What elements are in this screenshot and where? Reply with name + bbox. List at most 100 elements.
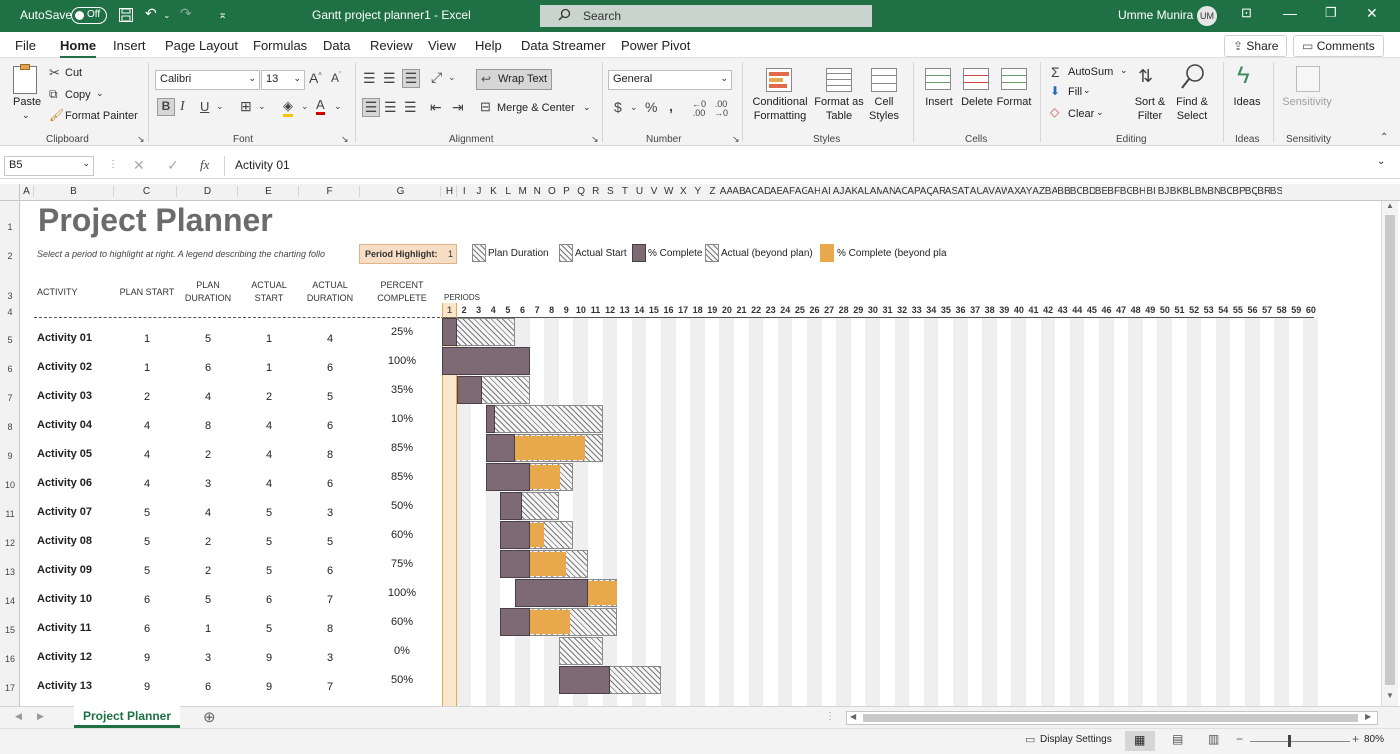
column-header[interactable]: AE	[770, 186, 783, 197]
period-number[interactable]: 26	[807, 305, 822, 315]
close-icon[interactable]: ✕	[1366, 5, 1378, 22]
font-color-icon[interactable]: A	[316, 97, 325, 115]
activity-name[interactable]: Activity 08	[37, 535, 92, 547]
plan-duration[interactable]: 6	[178, 362, 238, 374]
actual-duration[interactable]: 3	[300, 652, 360, 664]
plan-start[interactable]: 1	[117, 362, 177, 374]
actual-duration[interactable]: 7	[300, 681, 360, 693]
percent-complete[interactable]: 50%	[372, 674, 432, 686]
column-header[interactable]: AI	[820, 186, 833, 197]
copy-dropdown-icon[interactable]: ⌄	[96, 88, 104, 99]
period-number[interactable]: 9	[559, 305, 574, 315]
period-number[interactable]: 30	[865, 305, 880, 315]
normal-view-button[interactable]: ▦	[1125, 731, 1155, 751]
column-header[interactable]: AN	[882, 186, 895, 197]
column-header[interactable]: BG	[1120, 186, 1133, 197]
column-header[interactable]: AQ	[920, 186, 933, 197]
share-button[interactable]: ⇪ Share	[1224, 35, 1288, 57]
column-header[interactable]: N	[530, 186, 545, 197]
activity-name[interactable]: Activity 07	[37, 506, 92, 518]
italic-icon[interactable]: I	[180, 99, 185, 115]
copy-label[interactable]: Copy	[65, 89, 91, 101]
font-color-dropdown-icon[interactable]: ⌄	[334, 101, 342, 112]
actual-duration[interactable]: 4	[300, 333, 360, 345]
autosum-label[interactable]: AutoSum	[1068, 66, 1113, 78]
merge-center-label[interactable]: Merge & Center	[497, 102, 575, 114]
period-number[interactable]: 57	[1260, 305, 1275, 315]
autosum-icon[interactable]: Σ	[1051, 64, 1060, 80]
period-number[interactable]: 38	[982, 305, 997, 315]
display-settings-icon[interactable]: ▭	[1025, 733, 1035, 746]
row-header[interactable]: 4	[0, 307, 20, 317]
column-header[interactable]: U	[632, 186, 647, 197]
percent-complete[interactable]: 50%	[372, 500, 432, 512]
period-number[interactable]: 8	[544, 305, 559, 315]
actual-duration[interactable]: 5	[300, 536, 360, 548]
menu-view[interactable]: View	[428, 38, 456, 53]
formula-input[interactable]: Activity 01	[224, 156, 1384, 176]
fill-color-dropdown-icon[interactable]: ⌄	[301, 101, 309, 112]
insert-cells-label[interactable]: Insert	[920, 95, 958, 109]
period-number[interactable]: 56	[1245, 305, 1260, 315]
column-header[interactable]: AL	[857, 186, 870, 197]
period-number[interactable]: 15	[646, 305, 661, 315]
column-header[interactable]: AK	[845, 186, 858, 197]
period-number[interactable]: 22	[749, 305, 764, 315]
select-all-button[interactable]	[0, 184, 20, 201]
page-break-view-icon[interactable]: ▥	[1208, 732, 1219, 746]
column-header[interactable]: M	[515, 186, 530, 197]
column-header[interactable]: AU	[970, 186, 983, 197]
column-header[interactable]: AG	[795, 186, 808, 197]
currency-dropdown-icon[interactable]: ⌄	[630, 102, 638, 113]
name-box[interactable]: B5 ⌄	[4, 156, 94, 176]
plan-start[interactable]: 4	[117, 449, 177, 461]
cut-icon[interactable]: ✂	[49, 65, 60, 81]
menu-file[interactable]: File	[15, 38, 36, 53]
period-number[interactable]: 58	[1274, 305, 1289, 315]
tab-prev-icon[interactable]: ◀	[15, 711, 22, 722]
row-header[interactable]: 15	[0, 625, 20, 635]
decrease-decimal-icon[interactable]: .00 →0	[714, 100, 728, 118]
restore-icon[interactable]: ❐	[1325, 5, 1337, 21]
activity-name[interactable]: Activity 09	[37, 564, 92, 576]
zoom-out-icon[interactable]: −	[1236, 732, 1243, 746]
activity-name[interactable]: Activity 02	[37, 361, 92, 373]
plan-duration[interactable]: 5	[178, 333, 238, 345]
page-layout-view-icon[interactable]: ▤	[1172, 732, 1183, 746]
plan-start[interactable]: 1	[117, 333, 177, 345]
sort-filter-icon[interactable]: ⇅	[1138, 66, 1153, 87]
find-select-icon[interactable]	[1180, 63, 1206, 94]
conditional-formatting-icon[interactable]	[766, 68, 792, 92]
menu-review[interactable]: Review	[370, 38, 413, 53]
activity-name[interactable]: Activity 03	[37, 390, 92, 402]
column-header[interactable]: J	[472, 186, 487, 197]
row-header[interactable]: 11	[0, 509, 20, 519]
column-header[interactable]: V	[647, 186, 662, 197]
row-header[interactable]: 5	[0, 335, 20, 345]
period-number[interactable]: 53	[1201, 305, 1216, 315]
percent-icon[interactable]: %	[645, 99, 657, 115]
column-header[interactable]: Z	[705, 186, 720, 197]
period-number[interactable]: 24	[778, 305, 793, 315]
insert-cells-icon[interactable]	[925, 68, 951, 90]
menu-insert[interactable]: Insert	[113, 38, 146, 53]
zoom-level[interactable]: 80%	[1364, 734, 1384, 745]
column-header[interactable]: P	[559, 186, 574, 197]
column-header[interactable]: BJ	[1157, 186, 1170, 197]
scroll-left-icon[interactable]: ◀	[850, 712, 856, 721]
column-header[interactable]: L	[501, 186, 516, 197]
zoom-slider[interactable]	[1250, 741, 1350, 742]
plan-duration[interactable]: 6	[178, 681, 238, 693]
column-header[interactable]: C	[117, 186, 177, 197]
actual-duration[interactable]: 8	[300, 449, 360, 461]
minimize-icon[interactable]: —	[1283, 5, 1297, 21]
column-header[interactable]: W	[661, 186, 676, 197]
column-header[interactable]: O	[545, 186, 560, 197]
period-number[interactable]: 54	[1216, 305, 1231, 315]
plan-duration[interactable]: 3	[178, 652, 238, 664]
period-number[interactable]: 55	[1230, 305, 1245, 315]
column-header[interactable]: I	[457, 186, 472, 197]
comma-style-icon[interactable]: ,	[669, 98, 673, 114]
fill-color-icon[interactable]: ◈	[283, 98, 293, 117]
percent-complete[interactable]: 10%	[372, 413, 432, 425]
